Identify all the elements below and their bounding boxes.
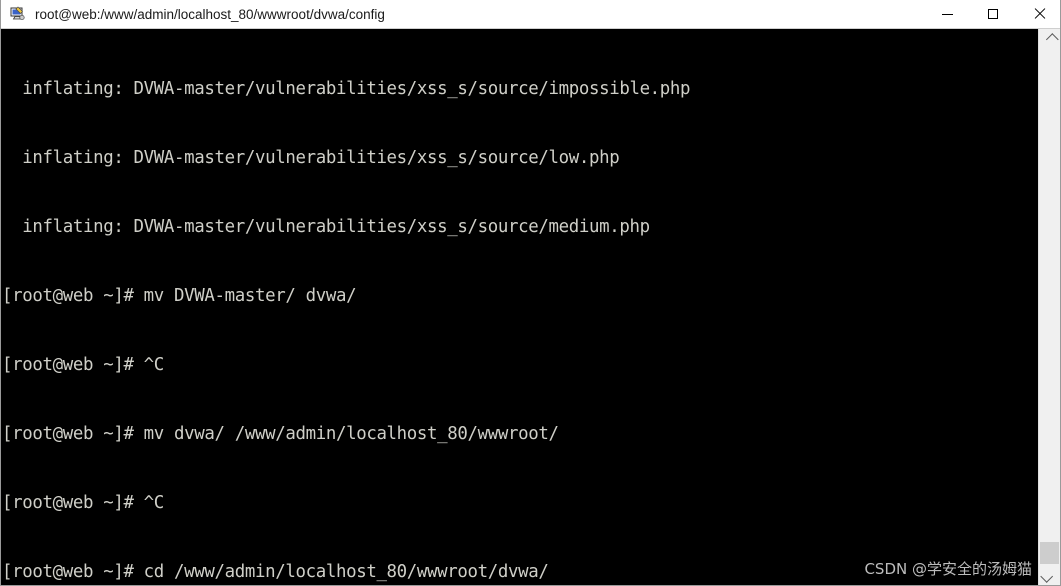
terminal-screen[interactable]: inflating: DVWA-master/vulnerabilities/x… xyxy=(1,29,1060,585)
window-title: root@web:/www/admin/localhost_80/wwwroot… xyxy=(35,6,385,22)
chevron-up-icon xyxy=(1045,32,1059,46)
minimize-icon xyxy=(941,13,953,15)
terminal-line: inflating: DVWA-master/vulnerabilities/x… xyxy=(2,148,620,168)
scroll-down-button[interactable] xyxy=(1039,566,1060,585)
terminal-line: inflating: DVWA-master/vulnerabilities/x… xyxy=(2,79,691,99)
scroll-up-button[interactable] xyxy=(1039,29,1060,49)
chevron-down-icon xyxy=(1040,569,1054,583)
title-bar: root@web:/www/admin/localhost_80/wwwroot… xyxy=(1,0,1060,29)
putty-icon xyxy=(9,5,27,23)
window-controls xyxy=(924,0,1060,28)
close-icon xyxy=(1033,8,1045,20)
scrollbar-thumb[interactable] xyxy=(1040,542,1059,564)
terminal-line: [root@web ~]# mv DVWA-master/ dvwa/ xyxy=(2,286,357,306)
maximize-button[interactable] xyxy=(970,0,1016,28)
terminal-window: root@web:/www/admin/localhost_80/wwwroot… xyxy=(0,0,1061,586)
terminal-line: [root@web ~]# cd /www/admin/localhost_80… xyxy=(2,562,549,582)
terminal-line: [root@web ~]# mv dvwa/ /www/admin/localh… xyxy=(2,424,559,444)
terminal-line: [root@web ~]# ^C xyxy=(2,493,164,513)
close-button[interactable] xyxy=(1016,0,1060,28)
terminal-line: [root@web ~]# ^C xyxy=(2,355,164,375)
vertical-scrollbar[interactable] xyxy=(1038,29,1060,585)
terminal-output: inflating: DVWA-master/vulnerabilities/x… xyxy=(1,29,781,585)
watermark: CSDN @学安全的汤姆猫 xyxy=(864,560,1032,578)
minimize-button[interactable] xyxy=(924,0,970,28)
terminal-line: inflating: DVWA-master/vulnerabilities/x… xyxy=(2,217,650,237)
maximize-icon xyxy=(988,9,998,19)
